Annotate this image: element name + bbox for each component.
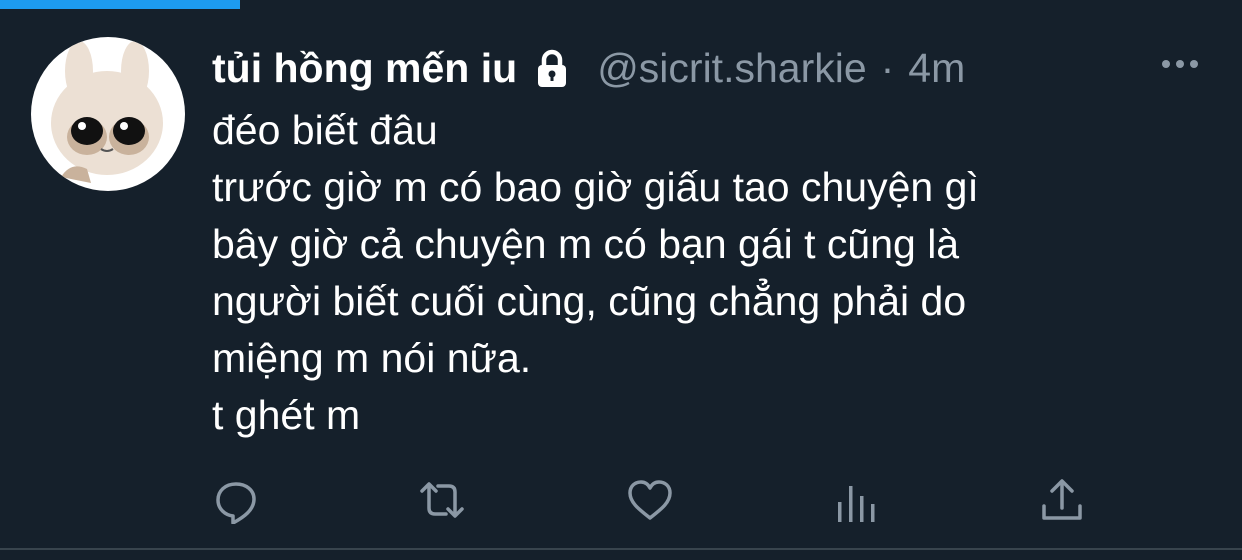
tweet-line: miệng m nói nữa. bbox=[212, 335, 532, 381]
heart-icon[interactable] bbox=[626, 476, 674, 524]
action-bar bbox=[212, 476, 1112, 525]
display-name[interactable]: tủi hồng mến iu bbox=[212, 45, 517, 92]
divider bbox=[0, 548, 1242, 550]
lock-icon bbox=[529, 45, 575, 91]
tweet-line: trước giờ m có bao giờ giấu tao chuyện g… bbox=[212, 164, 979, 210]
more-icon[interactable] bbox=[1158, 52, 1202, 76]
tweet-line: đéo biết đâu bbox=[212, 107, 438, 153]
tweet-header: tủi hồng mến iu @sicrit.sharkie · 4m bbox=[212, 40, 965, 96]
share-icon[interactable] bbox=[1038, 476, 1086, 524]
tweet-line: người biết cuối cùng, cũng chẳng phải do bbox=[212, 278, 967, 324]
tweet-line: t ghét m bbox=[212, 392, 361, 438]
retweet-icon[interactable] bbox=[418, 476, 466, 524]
analytics-icon[interactable] bbox=[832, 476, 880, 524]
tweet-line: bây giờ cả chuyện m có bạn gái t cũng là bbox=[212, 221, 960, 267]
avatar[interactable] bbox=[31, 37, 185, 191]
tweet[interactable]: tủi hồng mến iu @sicrit.sharkie · 4m đéo… bbox=[0, 0, 1242, 560]
user-handle[interactable]: @sicrit.sharkie bbox=[597, 45, 866, 92]
separator-dot: · bbox=[880, 44, 895, 91]
timestamp[interactable]: 4m bbox=[908, 45, 965, 92]
reply-icon[interactable] bbox=[212, 476, 260, 525]
tweet-text: đéo biết đâu trước giờ m có bao giờ giấu… bbox=[212, 102, 1212, 444]
